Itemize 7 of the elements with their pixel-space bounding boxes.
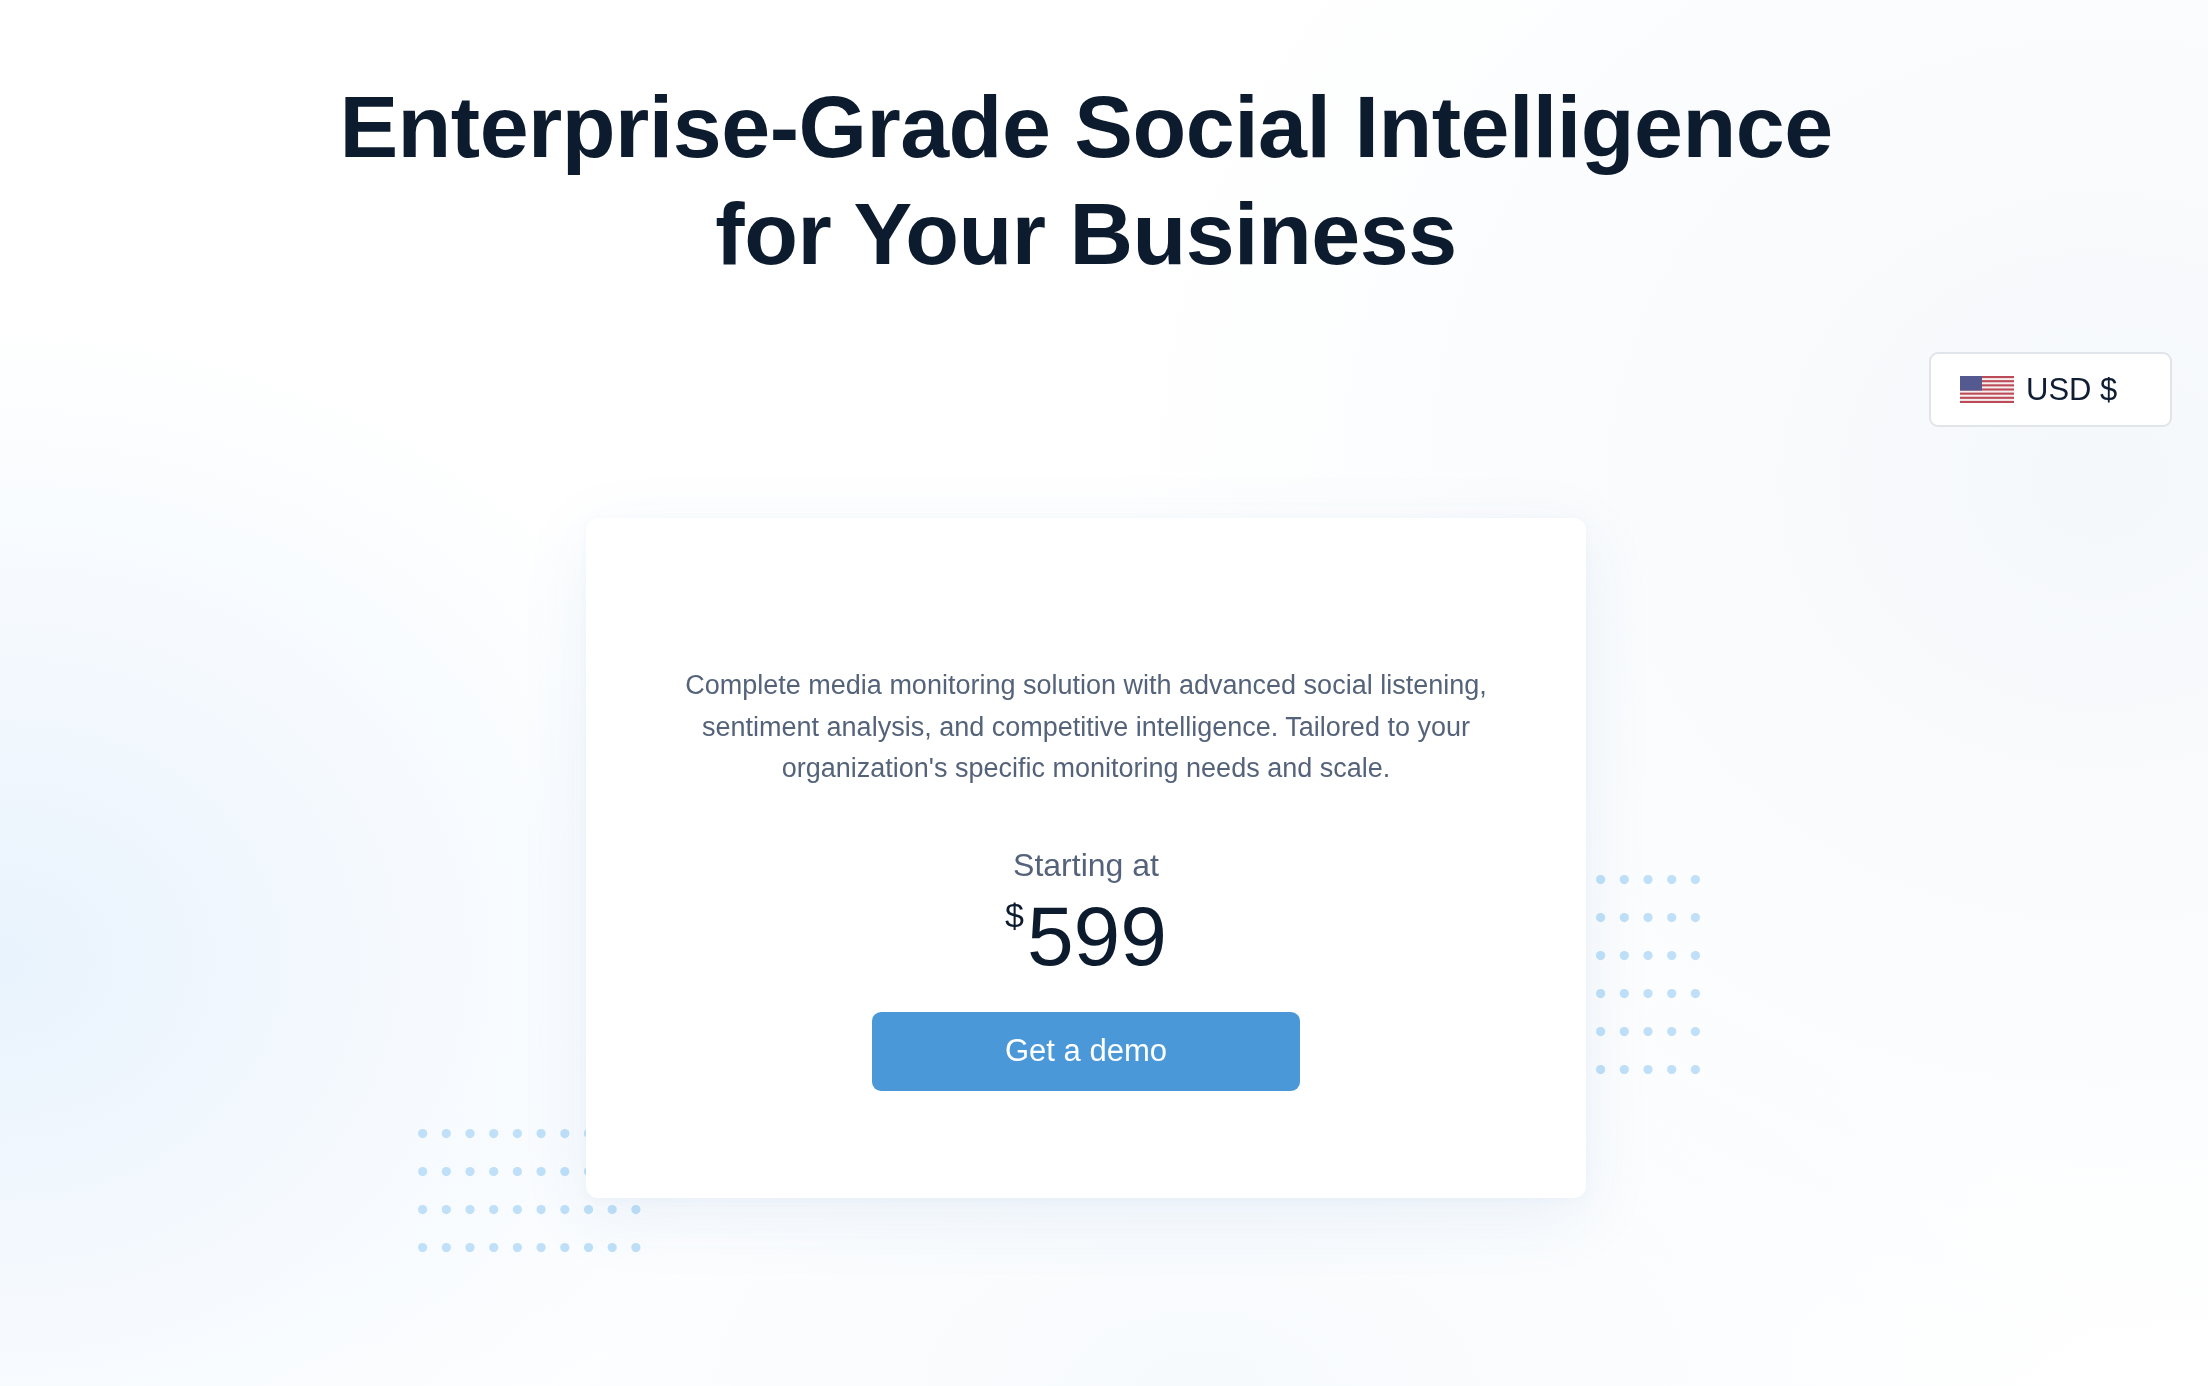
starting-at-label: Starting at	[1013, 845, 1159, 885]
price-amount: 599	[1026, 893, 1168, 978]
currency-symbol: $	[1004, 897, 1024, 932]
flag-icon	[1960, 376, 2014, 403]
page-heading: Enterprise-Grade Social Intelligence for Your Business	[338, 76, 1834, 285]
plan-description: Complete media monitoring solution with advanced social listening, sentiment analysis, and competitive intelligence. Tailored to your organization's specific monitoring needs and scale.	[684, 669, 1488, 785]
currency-selector[interactable]: USD $	[1929, 352, 2172, 427]
